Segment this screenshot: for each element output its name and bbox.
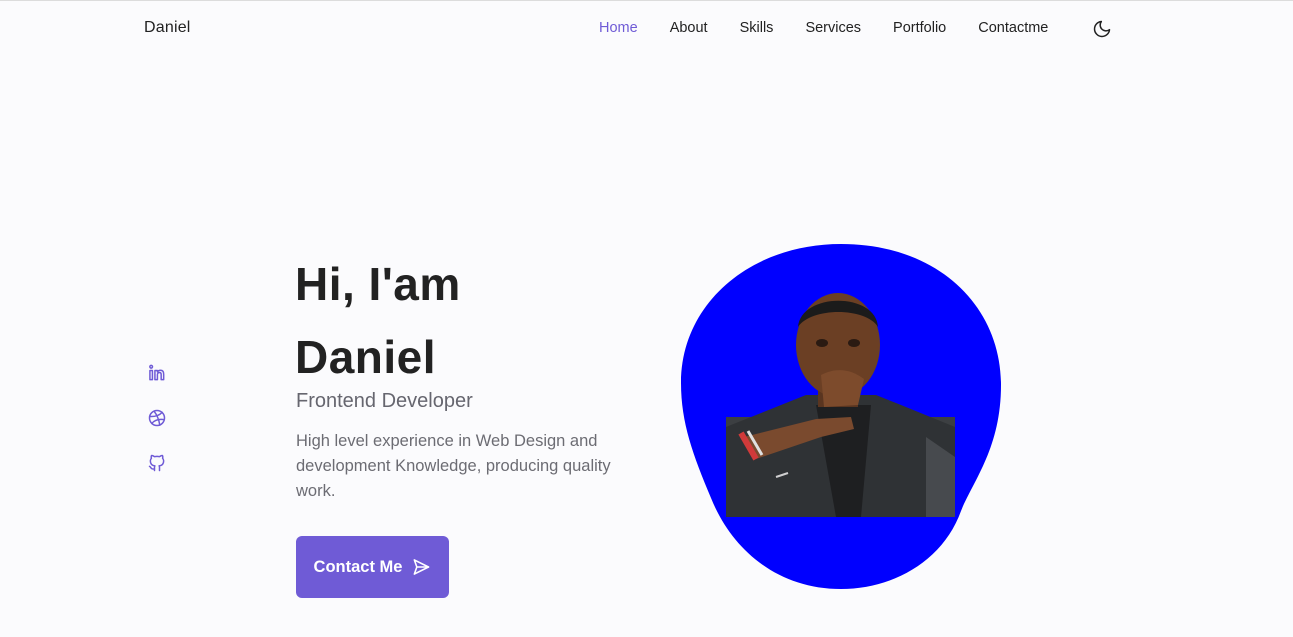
profile-photo xyxy=(726,287,955,517)
hero-subtitle: Frontend Developer xyxy=(296,390,473,412)
hero-name: Daniel xyxy=(295,331,437,383)
logo-link[interactable]: Daniel xyxy=(144,19,191,37)
nav-services[interactable]: Services xyxy=(805,20,861,36)
moon-icon[interactable] xyxy=(1092,19,1112,39)
nav-contactme[interactable]: Contactme xyxy=(978,20,1048,36)
linkedin-icon[interactable] xyxy=(147,363,169,385)
dribbble-icon[interactable] xyxy=(147,408,169,430)
nav-skills[interactable]: Skills xyxy=(740,20,774,36)
contact-me-label: Contact Me xyxy=(313,557,403,576)
hero-title: Hi, I'am Daniel xyxy=(295,248,461,394)
nav-home[interactable]: Home xyxy=(599,20,638,36)
send-icon xyxy=(413,559,430,575)
hero-greeting: Hi, I'am xyxy=(295,258,461,310)
github-icon[interactable] xyxy=(147,453,169,475)
site-header: Daniel Home About Skills Services Portfo… xyxy=(0,1,1293,57)
main-nav: Home About Skills Services Portfolio Con… xyxy=(599,20,1080,36)
social-links xyxy=(147,363,169,498)
nav-portfolio[interactable]: Portfolio xyxy=(893,20,946,36)
hero-description: High level experience in Web Design and … xyxy=(296,432,611,500)
nav-about[interactable]: About xyxy=(670,20,708,36)
contact-me-button[interactable]: Contact Me xyxy=(296,536,449,598)
